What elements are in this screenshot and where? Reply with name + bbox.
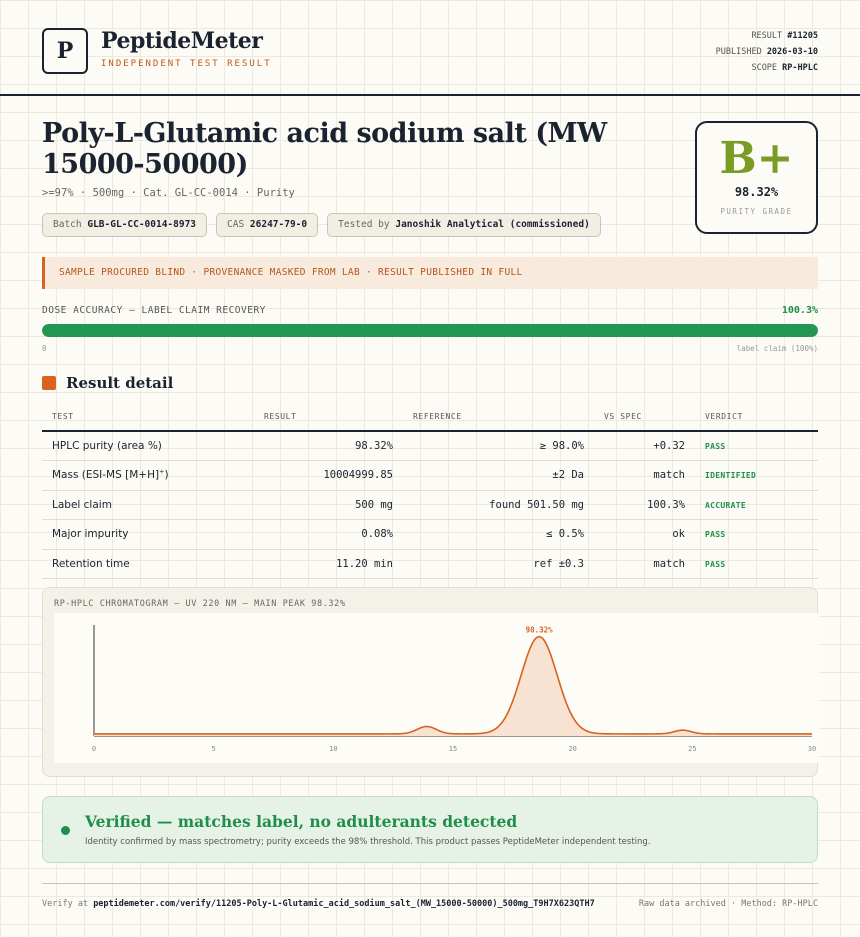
grade-label: PURITY GRADE — [720, 207, 793, 216]
cell-test: HPLC purity (area %) — [52, 440, 162, 452]
x-tick-label: 15 — [449, 745, 457, 753]
dose-accuracy-label: DOSE ACCURACY — LABEL CLAIM RECOVERY — [42, 305, 266, 316]
cell-result: 11.20 min — [336, 557, 393, 570]
cell-reference: ≥ 98.0% — [539, 440, 584, 452]
cell-test: Major impurity — [52, 528, 129, 541]
main-peak-label: 98.32% — [526, 626, 554, 635]
cell-verdict: PASS — [705, 559, 726, 569]
x-tick-label: 20 — [568, 745, 576, 753]
grade-value: 98.32% — [734, 185, 779, 199]
x-tick-label: 10 — [329, 745, 337, 753]
result-meta: RESULT #11205 PUBLISHED 2026-03-10 SCOPE… — [716, 28, 818, 76]
x-tick-label: 30 — [808, 745, 816, 753]
product-chips: Batch GLB-GL-CC-0014-8973 CAS 26247-79-0… — [42, 213, 601, 237]
cell-verdict: IDENTIFIED — [705, 471, 757, 481]
chromatogram-panel: RP-HPLC CHROMATOGRAM — UV 220 NM — MAIN … — [42, 587, 819, 777]
chip-label: CAS — [227, 219, 245, 230]
result-table: TEST RESULT REFERENCE VS SPEC VERDICT HP… — [42, 404, 818, 579]
verify-line: Verify at peptidemeter.com/verify/11205-… — [42, 899, 595, 909]
cell-test-text: Mass (ESI-MS [M+H] — [52, 469, 160, 482]
grade-letter: B+ — [719, 133, 794, 184]
col-header-vs-spec: VS SPEC — [604, 412, 642, 421]
verified-status-icon — [61, 826, 70, 835]
batch-chip: Batch GLB-GL-CC-0014-8973 — [42, 213, 208, 237]
cell-reference: ref ±0.3 — [533, 557, 584, 570]
cell-vs-spec: match — [653, 557, 685, 570]
report-header: P PeptideMeter INDEPENDENT TEST RESULT R… — [42, 26, 818, 76]
table-row: Label claim 500 mg found 501.50 mg 100.3… — [42, 491, 818, 521]
result-detail-heading: Result detail — [42, 374, 173, 392]
brand-logo: P — [42, 28, 88, 74]
scope-value: RP-HPLC — [782, 63, 818, 73]
table-row: HPLC purity (area %) 98.32% ≥ 98.0% +0.3… — [42, 432, 818, 462]
cell-verdict: PASS — [705, 442, 726, 451]
cell-result: 0.08% — [361, 528, 393, 541]
dose-min-label: 0 — [42, 344, 47, 353]
cell-result: 10004999.85 — [323, 469, 393, 482]
cell-vs-spec: 100.3% — [647, 498, 685, 511]
col-header-reference: REFERENCE — [413, 412, 462, 421]
verified-callout: Verified — matches label, no adulterants… — [42, 796, 818, 863]
chip-value: GLB-GL-CC-0014-8973 — [87, 219, 197, 230]
chip-value: 26247-79-0 — [249, 219, 308, 230]
chip-value: Janoshik Analytical (commissioned) — [395, 219, 590, 230]
cell-test: Retention time — [52, 557, 130, 570]
verified-title: Verified — matches label, no adulterants… — [85, 812, 518, 831]
scope-label: SCOPE — [751, 63, 778, 73]
verify-prefix: Verify at — [42, 899, 89, 909]
cas-chip: CAS 26247-79-0 — [216, 213, 319, 237]
footer-method: Raw data archived · Method: RP-HPLC — [638, 899, 818, 909]
cell-verdict: ACCURATE — [705, 500, 746, 510]
x-tick-label: 5 — [212, 745, 216, 753]
cell-verdict: PASS — [705, 530, 726, 540]
cell-reference: found 501.50 mg — [489, 498, 584, 511]
purity-grade-card: B+ 98.32% PURITY GRADE — [695, 121, 818, 234]
chip-label: Tested by — [338, 219, 390, 230]
chromatogram-chart: 0 5 10 15 20 25 30 98.32% — [54, 613, 819, 763]
verified-subtitle: Identity confirmed by mass spectrometry;… — [85, 837, 651, 847]
cell-test: Label claim — [52, 498, 112, 511]
col-header-test: TEST — [52, 412, 74, 421]
result-label: RESULT — [751, 31, 783, 41]
cell-vs-spec: match — [653, 469, 685, 482]
cell-vs-spec: +0.32 — [653, 440, 685, 452]
x-tick-label: 0 — [92, 745, 96, 753]
verify-link[interactable]: peptidemeter.com/verify/11205-Poly-L-Glu… — [93, 899, 595, 909]
col-header-verdict: VERDICT — [705, 412, 743, 421]
result-number: #11205 — [787, 31, 818, 41]
dose-max-label: label claim (100%) — [736, 344, 818, 353]
dose-accuracy-value: 100.3% — [781, 305, 818, 316]
cell-reference: ±2 Da — [552, 469, 584, 482]
procurement-banner: SAMPLE PROCURED BLIND · PROVENANCE MASKE… — [42, 257, 818, 289]
cell-test-end: ) — [164, 469, 169, 482]
product-title: Poly-L-Glutamic acid sodium salt (MW 150… — [42, 118, 607, 180]
product-subline: >=97% · 500mg · Cat. GL-CC-0014 · Purity — [42, 187, 295, 199]
section-title: Result detail — [66, 374, 174, 392]
header-divider — [0, 94, 860, 96]
col-header-result: RESULT — [264, 412, 297, 421]
dose-accuracy-fill — [42, 324, 818, 337]
table-row: Mass (ESI-MS [M+H]+) 10004999.85 ±2 Da m… — [42, 461, 818, 491]
table-row: Retention time 11.20 min ref ±0.3 match … — [42, 550, 818, 579]
dose-accuracy-bar — [42, 324, 818, 337]
table-row: Major impurity 0.08% ≤ 0.5% ok PASS — [42, 520, 818, 550]
chip-label: Batch — [53, 219, 82, 230]
section-marker-icon — [42, 376, 56, 390]
x-tick-label: 25 — [688, 745, 696, 753]
cell-result: 500 mg — [355, 498, 393, 511]
published-label: PUBLISHED — [715, 47, 762, 57]
published-date: 2026-03-10 — [766, 47, 818, 57]
footer-divider — [42, 883, 818, 884]
chart-plot-background — [54, 613, 819, 763]
cell-test: Mass (ESI-MS [M+H]+) — [52, 461, 169, 490]
cell-result: 98.32% — [355, 440, 393, 452]
cell-vs-spec: ok — [672, 528, 685, 541]
cell-reference: ≤ 0.5% — [546, 528, 584, 541]
tested-by-chip: Tested by Janoshik Analytical (commissio… — [327, 213, 601, 237]
brand-name: PeptideMeter — [101, 28, 263, 54]
table-header: TEST RESULT REFERENCE VS SPEC VERDICT — [42, 404, 818, 432]
chromatogram-title: RP-HPLC CHROMATOGRAM — UV 220 NM — MAIN … — [54, 599, 346, 609]
brand-tagline: INDEPENDENT TEST RESULT — [101, 59, 272, 69]
